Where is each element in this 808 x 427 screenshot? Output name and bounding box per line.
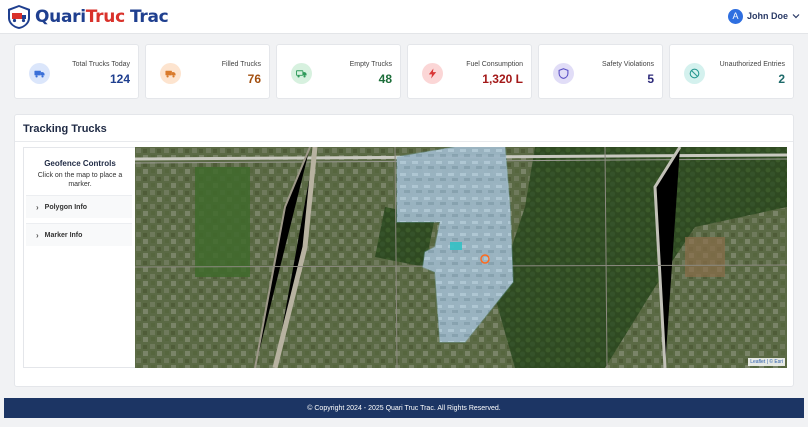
card-safety-violations: Safety Violations 5: [538, 44, 663, 99]
accordion-polygon-info[interactable]: › Polygon Info: [26, 195, 132, 218]
brand-part-2: Truc: [85, 7, 125, 27]
tracking-panel: Tracking Trucks Geofence Controls Click …: [14, 114, 794, 387]
footer-copyright: © Copyright 2024 - 2025 Quari Truc Trac.…: [307, 404, 501, 412]
accordion-marker-info[interactable]: › Marker Info: [26, 223, 132, 246]
card-label: Total Trucks Today: [72, 61, 130, 68]
card-icon-badge: [291, 63, 312, 84]
card-icon-badge: [160, 63, 181, 84]
card-label: Safety Violations: [601, 61, 654, 68]
card-label: Filled Trucks: [221, 61, 261, 68]
chevron-right-icon: ›: [36, 230, 39, 240]
card-icon-badge: [29, 63, 50, 84]
card-label: Fuel Consumption: [466, 61, 523, 68]
card-value: 5: [647, 72, 654, 86]
card-label: Empty Trucks: [349, 61, 392, 68]
card-label: Unauthorized Entries: [719, 61, 785, 68]
top-navbar: QuariTruc Trac A John Doe: [0, 0, 808, 34]
satellite-map[interactable]: Leaflet | © Esri: [135, 147, 787, 368]
card-value: 1,320 L: [482, 72, 523, 86]
divider: [15, 141, 793, 142]
brand-part-3: Trac: [129, 7, 169, 27]
card-total-trucks: Total Trucks Today 124: [14, 44, 139, 99]
bolt-icon: [428, 68, 437, 79]
card-unauthorized-entries: Unauthorized Entries 2: [669, 44, 794, 99]
card-icon-badge: [684, 63, 705, 84]
card-value: 124: [109, 72, 130, 86]
truck-icon: [34, 70, 45, 78]
brand-name: QuariTruc Trac: [35, 7, 169, 27]
map-attribution[interactable]: Leaflet | © Esri: [748, 358, 785, 366]
card-icon-badge: [553, 63, 574, 84]
card-icon-badge: [422, 63, 443, 84]
user-name: John Doe: [746, 11, 788, 21]
user-menu[interactable]: A John Doe: [727, 7, 800, 25]
truck-logo-icon: [8, 5, 30, 29]
card-empty-trucks: Empty Trucks 48: [276, 44, 401, 99]
brand-logo[interactable]: QuariTruc Trac: [6, 4, 169, 30]
chevron-down-icon: [792, 14, 800, 19]
brand-part-1: Quari: [35, 7, 86, 27]
geofence-subtitle: Click on the map to place a marker.: [37, 172, 123, 188]
geofence-controls: Geofence Controls Click on the map to pl…: [23, 147, 135, 368]
card-value: 2: [778, 72, 785, 86]
tracking-title: Tracking Trucks: [23, 123, 107, 135]
footer: © Copyright 2024 - 2025 Quari Truc Trac.…: [4, 398, 804, 418]
card-fuel-consumption: Fuel Consumption 1,320 L: [407, 44, 532, 99]
card-filled-trucks: Filled Trucks 76: [145, 44, 270, 99]
map-tiles: [135, 147, 787, 368]
shield-icon: [558, 68, 569, 79]
truck-empty-icon: [296, 70, 307, 78]
truck-filled-icon: [165, 70, 176, 78]
stats-cards: Total Trucks Today 124 Filled Trucks 76 …: [14, 44, 794, 99]
card-value: 76: [247, 72, 261, 86]
avatar: A: [727, 8, 743, 24]
geofence-title: Geofence Controls: [44, 159, 116, 168]
accordion-label: Polygon Info: [44, 203, 88, 211]
chevron-right-icon: ›: [36, 202, 39, 212]
accordion-label: Marker Info: [44, 231, 83, 239]
card-value: 48: [378, 72, 392, 86]
ban-icon: [689, 68, 700, 79]
